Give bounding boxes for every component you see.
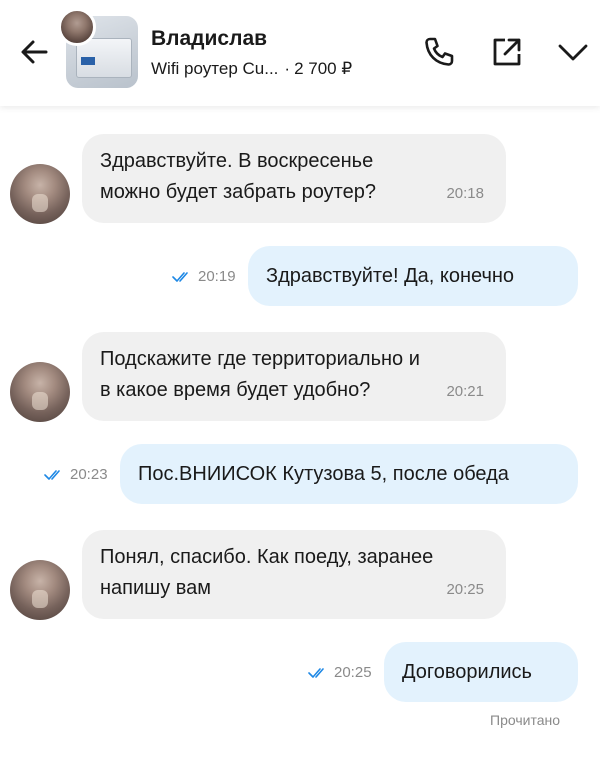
message-text: Здравствуйте! Да, конечно: [266, 265, 515, 287]
outgoing-message[interactable]: Договорились: [384, 642, 578, 702]
message-time: 20:21: [446, 383, 484, 400]
double-check-icon: [308, 667, 324, 678]
item-price: 2 700 ₽: [294, 59, 353, 78]
phone-icon[interactable]: [421, 34, 457, 70]
message-text: Пос.ВНИИСОК Кутузова 5, после обеда: [138, 463, 509, 485]
message-time: 20:25: [446, 581, 484, 598]
item-separator: ·: [284, 59, 291, 78]
seller-name[interactable]: Владислав: [151, 27, 267, 51]
item-info[interactable]: Wifi роутер Cu... · 2 700 ₽: [151, 59, 352, 79]
seller-avatar[interactable]: [58, 8, 96, 46]
incoming-message[interactable]: Здравствуйте. В воскресенье можно будет …: [82, 134, 506, 223]
incoming-message[interactable]: Подскажите где территориально и в какое …: [82, 332, 506, 421]
message-text: Здравствуйте. В воскресенье можно будет …: [100, 146, 376, 208]
message-line: Подскажите где территориально и: [100, 348, 420, 370]
message-line: в какое время будет удобно?: [100, 379, 371, 401]
chevron-down-icon[interactable]: [555, 34, 591, 70]
message-time: 20:19: [198, 268, 236, 285]
arrow-left-icon[interactable]: [18, 36, 50, 68]
message-line: напишу вам: [100, 577, 212, 599]
message-meta: 20:19: [172, 268, 236, 285]
item-title: Wifi роутер Cu...: [151, 59, 279, 78]
sender-avatar[interactable]: [10, 164, 70, 224]
message-line: Понял, спасибо. Как поеду, заранее: [100, 546, 434, 568]
share-icon[interactable]: [489, 34, 525, 70]
double-check-icon: [44, 469, 60, 480]
message-text: Понял, спасибо. Как поеду, заранее напиш…: [100, 542, 433, 604]
message-time: 20:25: [334, 664, 372, 681]
message-list[interactable]: Здравствуйте. В воскресенье можно будет …: [0, 106, 600, 757]
message-line: можно будет забрать роутер?: [100, 181, 376, 203]
incoming-message[interactable]: Понял, спасибо. Как поеду, заранее напиш…: [82, 530, 506, 619]
message-meta: 20:25: [308, 664, 372, 681]
chat-header: Владислав Wifi роутер Cu... · 2 700 ₽: [0, 0, 600, 106]
sender-avatar[interactable]: [10, 362, 70, 422]
outgoing-message[interactable]: Здравствуйте! Да, конечно: [248, 246, 578, 306]
message-line: Здравствуйте. В воскресенье: [100, 150, 374, 172]
read-status: Прочитано: [490, 712, 560, 728]
message-meta: 20:23: [44, 466, 108, 483]
message-text: Подскажите где территориально и в какое …: [100, 344, 420, 406]
double-check-icon: [172, 271, 188, 282]
sender-avatar[interactable]: [10, 560, 70, 620]
outgoing-message[interactable]: Пос.ВНИИСОК Кутузова 5, после обеда: [120, 444, 578, 504]
message-text: Договорились: [402, 661, 532, 683]
message-time: 20:18: [446, 185, 484, 202]
message-time: 20:23: [70, 466, 108, 483]
